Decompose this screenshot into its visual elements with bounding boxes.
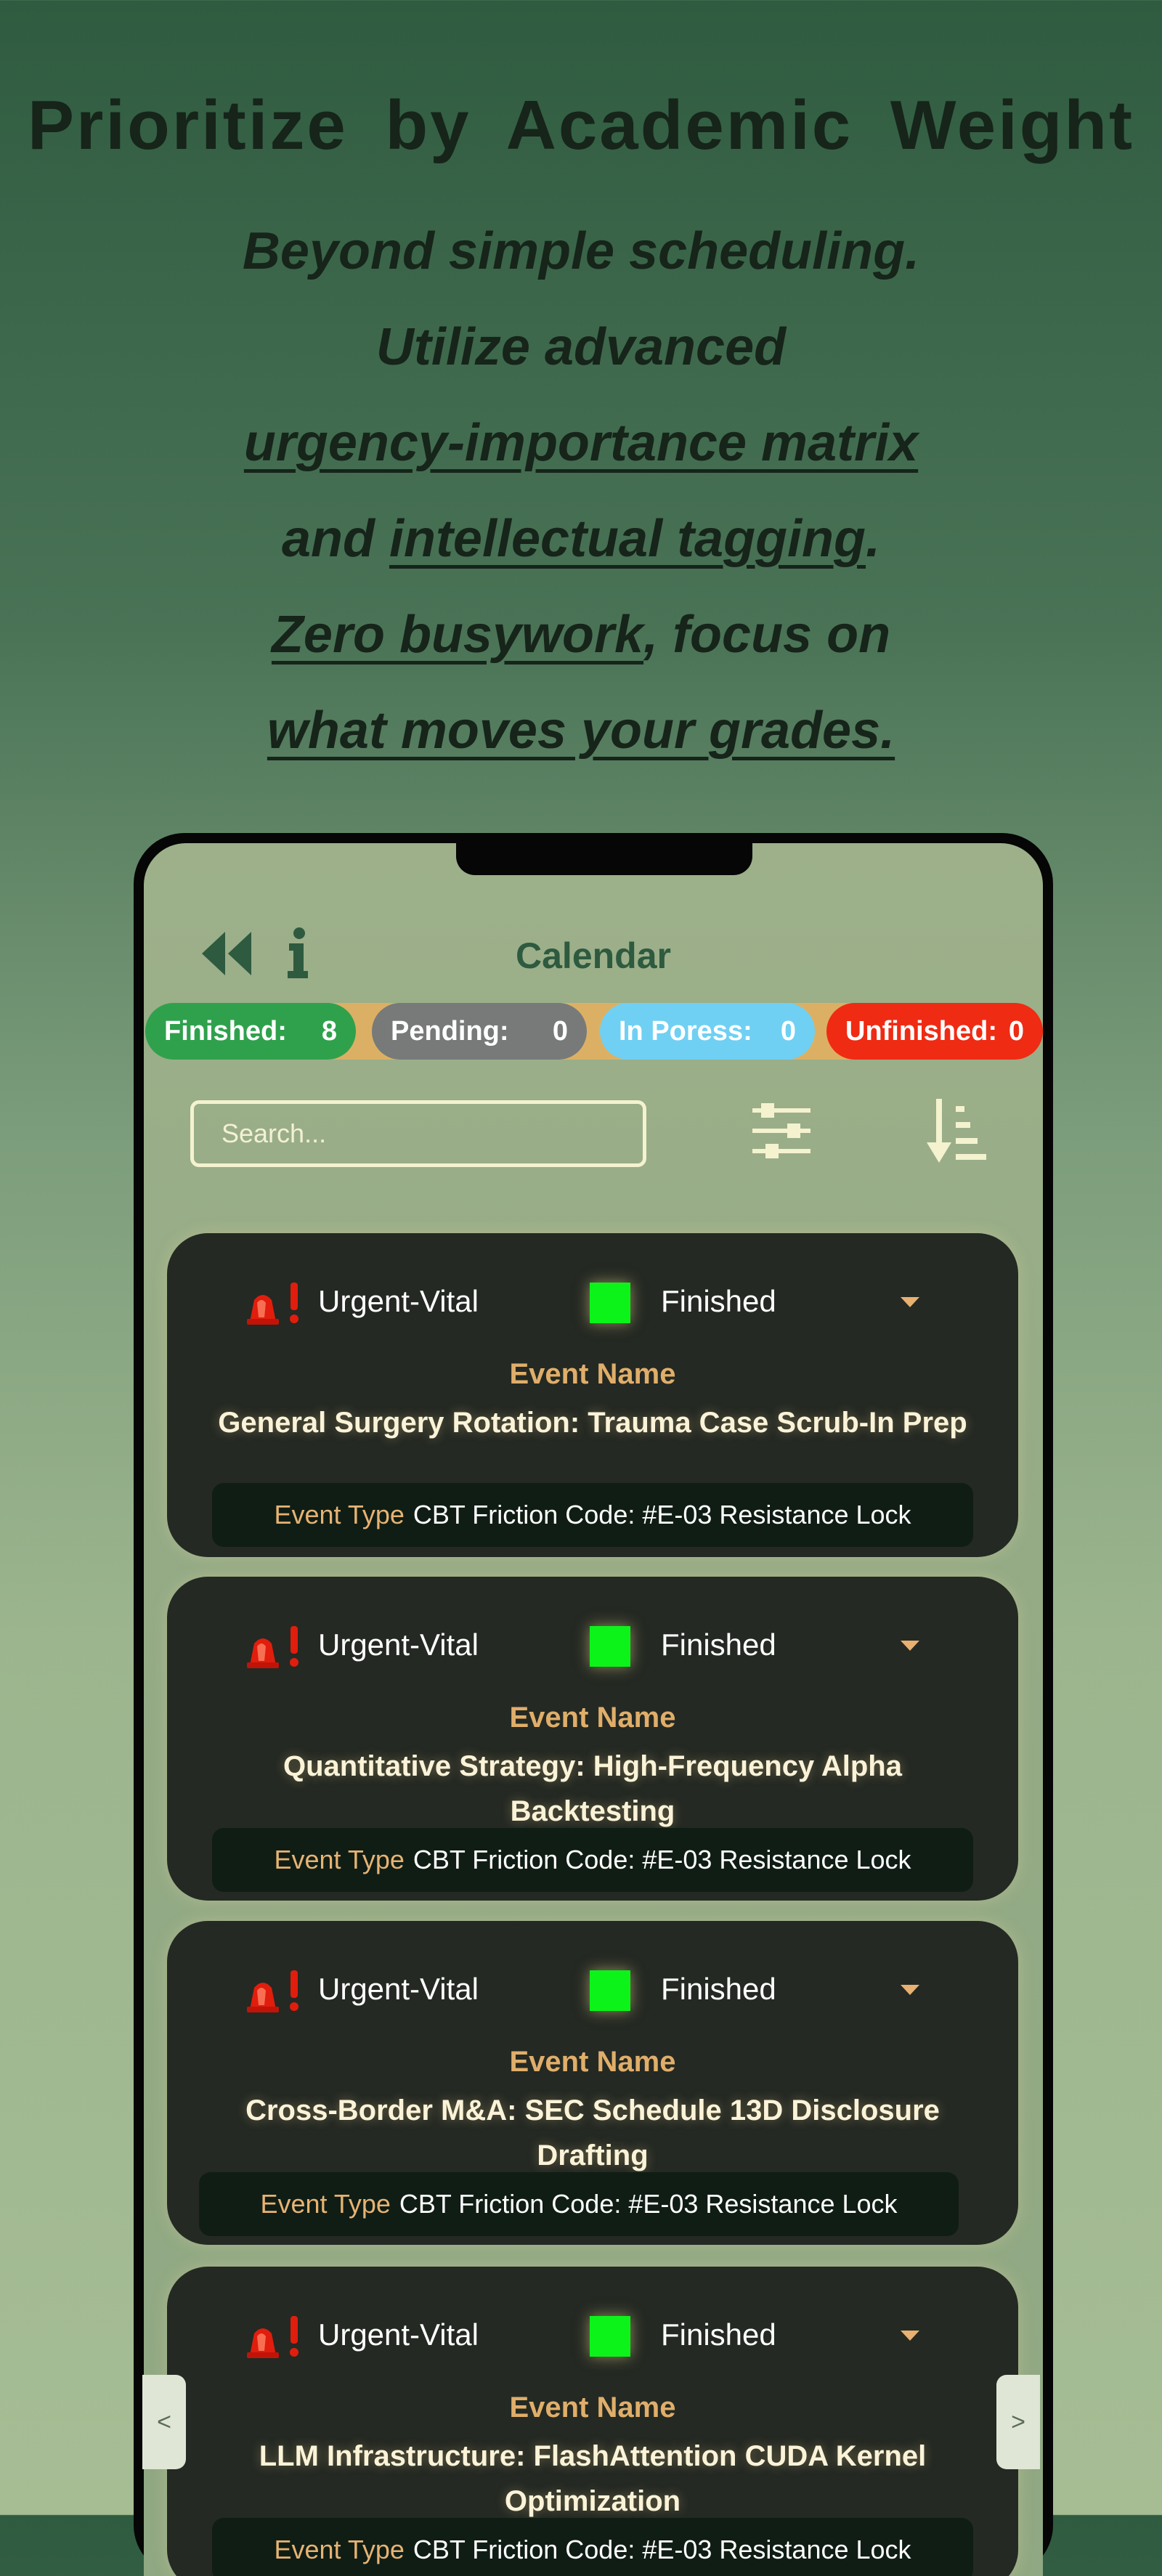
event-type-box: Event Type CBT Friction Code: #E-03 Resis…	[212, 1828, 973, 1892]
event-card-header: Urgent-Vital Finished	[167, 1275, 1018, 1326]
status-label: Finished	[661, 1628, 776, 1662]
event-name: Quantitative Strategy: High-Frequency Al…	[283, 1750, 902, 1827]
event-card-header: Urgent-Vital Finished	[167, 1963, 1018, 2014]
tagline-line-6: what moves your grades.	[0, 683, 1162, 779]
sort-descending-icon[interactable]	[927, 1097, 988, 1164]
event-type-label: Event Type	[274, 1500, 405, 1529]
event-card-header: Urgent-Vital Finished	[167, 1619, 1018, 1670]
tagline-line-4: and intellectual tagging.	[0, 491, 1162, 587]
event-type-value: CBT Friction Code: #E-03 Resistance Lock	[413, 1845, 911, 1874]
tagline-line-1: Beyond simple scheduling.	[242, 222, 920, 280]
event-name-label: Event Name	[509, 1358, 676, 1390]
status-label: Finished	[661, 1284, 776, 1318]
tagline-emphasis: urgency-importance matrix	[243, 414, 919, 472]
event-card[interactable]: Urgent-Vital Finished Event Name LLM Infras…	[167, 2267, 1018, 2576]
tagline-line-3: urgency-importance matrix	[0, 395, 1162, 491]
unfinished-count-badge[interactable]: Unfinished: 0	[826, 1003, 1043, 1060]
event-card-header: Urgent-Vital Finished	[167, 2309, 1018, 2360]
prev-page-button[interactable]: <	[142, 2375, 186, 2469]
event-name: LLM Infrastructure: FlashAttention CUDA …	[259, 2440, 927, 2517]
phone-notch	[456, 843, 752, 875]
tagline-text: .	[866, 510, 881, 568]
badge-label: Pending:	[391, 1015, 509, 1047]
tagline-text: and	[281, 510, 389, 568]
page-headline: Prioritize by Academic Weight	[28, 86, 1134, 164]
siren-alert-icon	[247, 1283, 298, 1325]
pending-count-badge[interactable]: Pending: 0	[372, 1003, 587, 1060]
siren-alert-icon	[247, 1626, 298, 1668]
status-color-indicator	[590, 1283, 630, 1323]
priority-label: Urgent-Vital	[318, 2317, 479, 2352]
sliders-icon[interactable]	[751, 1099, 812, 1163]
tagline-text: , focus on	[643, 606, 891, 664]
tagline-emphasis: Zero busywork	[271, 606, 644, 664]
siren-alert-icon	[247, 1970, 298, 2012]
event-name: General Surgery Rotation: Trauma Case Sc…	[218, 1407, 967, 1439]
status-dropdown-chevron-icon[interactable]	[901, 1297, 919, 1307]
event-type-value: CBT Friction Code: #E-03 Resistance Lock	[413, 1500, 911, 1529]
event-type-label: Event Type	[274, 1845, 405, 1874]
next-page-button[interactable]: >	[996, 2375, 1040, 2469]
event-card[interactable]: Urgent-Vital Finished Event Name Cross-Bord…	[167, 1921, 1018, 2245]
badge-value: 8	[321, 1015, 337, 1047]
event-type-box: Event Type CBT Friction Code: #E-03 Resis…	[212, 1483, 973, 1547]
priority-label: Urgent-Vital	[318, 1972, 479, 2006]
event-name-label: Event Name	[509, 2046, 676, 2078]
tagline-line-5: Zero busywork, focus on	[0, 587, 1162, 683]
event-name: Cross-Border M&A: SEC Schedule 13D Discl…	[245, 2094, 940, 2171]
badge-label: Finished:	[164, 1015, 287, 1047]
priority-label: Urgent-Vital	[318, 1628, 479, 1662]
badge-value: 0	[780, 1015, 796, 1047]
event-type-value: CBT Friction Code: #E-03 Resistance Lock	[399, 2189, 898, 2219]
siren-alert-icon	[247, 2316, 298, 2358]
badge-label: In Poress:	[619, 1015, 752, 1047]
event-type-value: CBT Friction Code: #E-03 Resistance Lock	[413, 2535, 911, 2564]
status-color-indicator	[590, 1970, 630, 2011]
tagline-emphasis: what moves your grades.	[267, 702, 895, 760]
event-type-box: Event Type CBT Friction Code: #E-03 Resis…	[199, 2172, 959, 2236]
tagline-emphasis: intellectual tagging	[389, 510, 866, 568]
search-input[interactable]	[190, 1100, 646, 1167]
status-color-indicator	[590, 1626, 630, 1667]
event-card[interactable]: Urgent-Vital Finished Event Name General Su…	[167, 1233, 1018, 1557]
priority-label: Urgent-Vital	[318, 1284, 479, 1318]
tagline: Beyond simple scheduling. Utilize advanc…	[0, 203, 1162, 779]
event-name-label: Event Name	[509, 1702, 676, 1734]
status-label: Finished	[661, 1972, 776, 2006]
app-screen: Calendar Finished: 8 Pending: 0 In Pores…	[144, 843, 1043, 2576]
status-dropdown-chevron-icon[interactable]	[901, 1985, 919, 1995]
event-name-label: Event Name	[509, 2392, 676, 2423]
status-dropdown-chevron-icon[interactable]	[901, 1641, 919, 1651]
tagline-line-2: Utilize advanced	[375, 318, 787, 376]
badge-value: 0	[552, 1015, 568, 1047]
event-card[interactable]: Urgent-Vital Finished Event Name Quantitati…	[167, 1577, 1018, 1901]
badge-value: 0	[1008, 1015, 1024, 1047]
badge-label: Unfinished:	[845, 1015, 997, 1047]
event-type-box: Event Type CBT Friction Code: #E-03 Resis…	[212, 2518, 973, 2576]
status-dropdown-chevron-icon[interactable]	[901, 2331, 919, 2341]
status-label: Finished	[661, 2317, 776, 2352]
event-type-label: Event Type	[274, 2535, 405, 2564]
phone-frame: Calendar Finished: 8 Pending: 0 In Pores…	[134, 833, 1053, 2576]
in-progress-count-badge[interactable]: In Poress: 0	[600, 1003, 815, 1060]
status-summary-bar: Finished: 8 Pending: 0 In Poress: 0 Unfi…	[145, 1003, 1043, 1060]
app-header: Calendar	[144, 909, 1043, 988]
app-title: Calendar	[516, 935, 671, 976]
status-color-indicator	[590, 2316, 630, 2357]
event-type-label: Event Type	[260, 2189, 391, 2219]
finished-count-badge[interactable]: Finished: 8	[145, 1003, 356, 1060]
